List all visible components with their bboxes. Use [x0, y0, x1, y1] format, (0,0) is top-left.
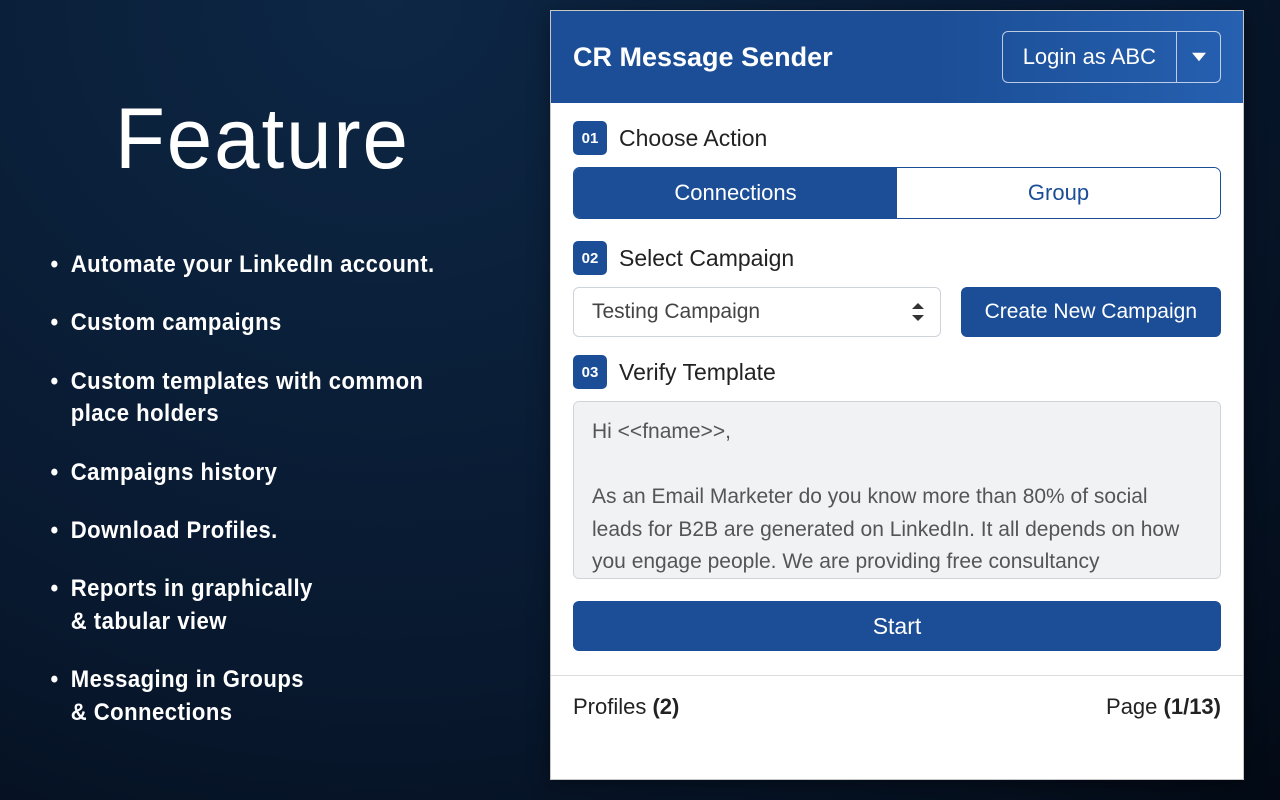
- app-panel: CR Message Sender Login as ABC 01 Choose…: [550, 10, 1244, 780]
- campaign-select[interactable]: Testing Campaign: [573, 287, 941, 337]
- step-label: Verify Template: [619, 359, 776, 386]
- template-textarea[interactable]: [573, 401, 1221, 579]
- step-3-header: 03 Verify Template: [573, 355, 1221, 389]
- feature-item: Custom campaigns: [45, 307, 491, 339]
- campaign-selected-value: Testing Campaign: [592, 300, 760, 324]
- login-dropdown[interactable]: Login as ABC: [1002, 31, 1221, 83]
- feature-item: Custom templates with common place holde…: [45, 366, 491, 431]
- step-badge: 01: [573, 121, 607, 155]
- app-header: CR Message Sender Login as ABC: [551, 11, 1243, 103]
- login-caret-button[interactable]: [1176, 32, 1220, 82]
- tab-connections[interactable]: Connections: [574, 168, 897, 218]
- feature-list: Automate your LinkedIn account. Custom c…: [45, 249, 530, 729]
- footer-status: Profiles (2) Page (1/13): [551, 675, 1243, 736]
- feature-item: Automate your LinkedIn account.: [45, 249, 491, 281]
- step-2-header: 02 Select Campaign: [573, 241, 1221, 275]
- feature-heading: Feature: [115, 90, 509, 189]
- profiles-count: Profiles (2): [573, 694, 679, 720]
- step-1-header: 01 Choose Action: [573, 121, 1221, 155]
- tab-group[interactable]: Group: [897, 168, 1220, 218]
- create-campaign-button[interactable]: Create New Campaign: [961, 287, 1221, 337]
- feature-item: Campaigns history: [45, 457, 491, 489]
- step-badge: 02: [573, 241, 607, 275]
- feature-sidebar: Feature Automate your LinkedIn account. …: [0, 0, 550, 800]
- step-badge: 03: [573, 355, 607, 389]
- login-button[interactable]: Login as ABC: [1003, 32, 1176, 82]
- page-count: Page (1/13): [1106, 694, 1221, 720]
- select-updown-icon: [912, 303, 924, 321]
- feature-item: Messaging in Groups & Connections: [45, 664, 491, 729]
- start-button[interactable]: Start: [573, 601, 1221, 651]
- app-body: 01 Choose Action Connections Group 02 Se…: [551, 103, 1243, 779]
- step-label: Choose Action: [619, 125, 767, 152]
- step-label: Select Campaign: [619, 245, 794, 272]
- app-title: CR Message Sender: [573, 42, 833, 73]
- caret-down-icon: [1192, 50, 1206, 64]
- action-tabs: Connections Group: [573, 167, 1221, 219]
- feature-item: Reports in graphically & tabular view: [45, 573, 491, 638]
- feature-item: Download Profiles.: [45, 515, 491, 547]
